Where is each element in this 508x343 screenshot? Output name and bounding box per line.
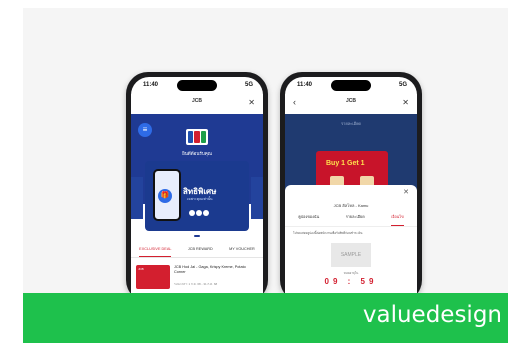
close-icon[interactable]: ✕ xyxy=(403,188,409,196)
app-bar: ‹ JCB ✕ xyxy=(285,94,417,114)
status-time: 11:40 xyxy=(297,82,313,88)
showcase-card: 11:40 5G JCB ✕ ≡ ยินดีต้อนรับคุณ 🎁 สิทธิ… xyxy=(23,8,508,343)
brand-logo: valuedesign xyxy=(362,302,502,328)
countdown-timer: 09 : 59 xyxy=(324,277,378,286)
tab-jcb-reward[interactable]: JCB REWARD xyxy=(188,243,213,257)
status-signal: 5G xyxy=(398,82,407,88)
brand-dots xyxy=(189,203,210,221)
close-icon[interactable]: ✕ xyxy=(248,98,255,107)
backdrop-header: รายละเอียด xyxy=(340,121,362,126)
deal-title: JCB Hod Jai - Gaga, Krispy Kreme, Potato… xyxy=(174,265,246,274)
dynamic-island xyxy=(331,80,371,91)
carousel-pager xyxy=(194,235,200,237)
status-time: 11:40 xyxy=(143,82,159,88)
sheet-tabs: คูปองของฉัน รายละเอียด เงื่อนไข xyxy=(285,214,417,227)
status-signal: 5G xyxy=(244,82,253,88)
countdown-label: หมดอายุใน xyxy=(343,271,359,275)
app-title: JCB xyxy=(191,98,202,104)
brand-bar: valuedesign xyxy=(23,293,508,343)
tab-conditions[interactable]: เงื่อนไข xyxy=(391,214,404,226)
welcome-text: ยินดีต้อนรับคุณ xyxy=(182,151,212,156)
tab-exclusive-deal[interactable]: EXCLUSIVE DEAL xyxy=(139,243,172,257)
sample-code: SAMPLE xyxy=(331,243,371,267)
tab-details[interactable]: รายละเอียด xyxy=(346,214,365,226)
deal-tabs: EXCLUSIVE DEAL JCB REWARD MY VOUCHER xyxy=(131,243,263,258)
tab-my-coupon[interactable]: คูปองของฉัน xyxy=(298,214,319,226)
phone-right-screen: 11:40 5G ‹ JCB ✕ รายละเอียด Buy 1 Get 1 … xyxy=(285,77,417,302)
app-title: JCB xyxy=(345,98,356,104)
tab-my-voucher[interactable]: MY VOUCHER xyxy=(229,243,255,257)
promo-subline: เฉพาะคุณเท่านั้น xyxy=(187,197,213,201)
menu-icon[interactable]: ≡ xyxy=(138,123,152,137)
phone-left-screen: 11:40 5G JCB ✕ ≡ ยินดีต้อนรับคุณ 🎁 สิทธิ… xyxy=(131,77,263,302)
list-item[interactable]: JCB JCB Hod Jai - Gaga, Krispy Kreme, Po… xyxy=(136,262,258,294)
bottom-sheet: ✕ JCB ฮัลโหล - Kamu คูปองของฉัน รายละเอี… xyxy=(285,185,417,302)
promo-text: Buy 1 Get 1 xyxy=(326,160,365,167)
sheet-title: JCB ฮัลโหล - Kamu xyxy=(333,203,369,208)
carousel-prev-card[interactable] xyxy=(131,177,143,219)
dynamic-island xyxy=(177,80,217,91)
phone-left: 11:40 5G JCB ✕ ≡ ยินดีต้อนรับคุณ 🎁 สิทธิ… xyxy=(126,72,268,302)
sheet-description: โปรดแสดงคูปองนี้ต่อพนักงานเพื่อรับสิทธิ์… xyxy=(293,231,363,235)
carousel-next-card[interactable] xyxy=(251,177,263,219)
gift-icon: 🎁 xyxy=(158,189,172,203)
app-bar: JCB ✕ xyxy=(131,94,263,114)
deal-thumbnail: JCB xyxy=(136,265,170,289)
close-icon[interactable]: ✕ xyxy=(402,98,409,107)
deal-meta: ระยะเวลา: 1 ก.ค. 68 - 31 ก.ค. 68 xyxy=(174,282,218,286)
promo-banner[interactable]: 🎁 สิทธิพิเศษ เฉพาะคุณเท่านั้น xyxy=(145,161,249,231)
jcb-logo xyxy=(186,129,208,145)
phone-right: 11:40 5G ‹ JCB ✕ รายละเอียด Buy 1 Get 1 … xyxy=(280,72,422,302)
